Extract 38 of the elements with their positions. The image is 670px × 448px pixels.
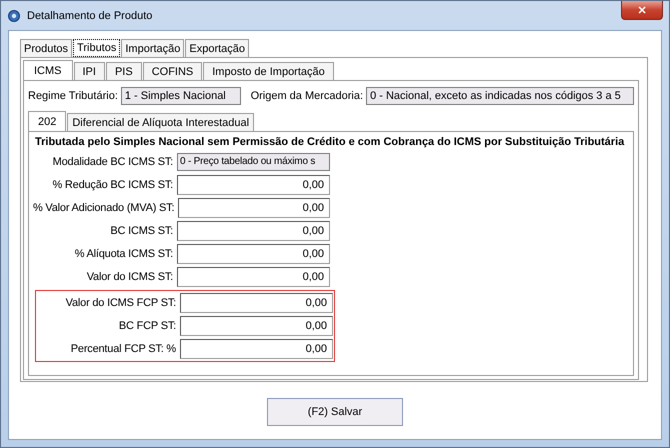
tab[interactable]: PIS bbox=[106, 62, 142, 80]
save-button[interactable]: (F2) Salvar bbox=[267, 398, 403, 426]
tab[interactable]: Imposto de Importação bbox=[203, 62, 334, 80]
input-field[interactable]: 0,00 bbox=[177, 175, 330, 195]
field-label: BC FCP ST: bbox=[118, 320, 176, 332]
input-field[interactable]: 0,00 bbox=[180, 316, 333, 336]
field-label: BC ICMS ST: bbox=[110, 225, 173, 237]
tab[interactable]: Diferencial de Alíquota Interestadual bbox=[67, 113, 254, 131]
close-button[interactable]: ✕ bbox=[621, 1, 663, 20]
tab[interactable]: IPI bbox=[74, 62, 105, 80]
input-field[interactable]: 0,00 bbox=[177, 221, 330, 241]
input-field[interactable]: 0,00 bbox=[177, 267, 330, 287]
select-field[interactable]: 0 - Nacional, exceto as indicadas nos códigos 3 a 5 bbox=[366, 87, 634, 105]
input-field[interactable]: 0,00 bbox=[177, 244, 330, 264]
field-label: % Valor Adicionado (MVA) ST: bbox=[33, 202, 174, 214]
tab[interactable]: Produtos bbox=[20, 39, 72, 57]
tab[interactable]: 202 bbox=[28, 111, 66, 131]
input-field[interactable]: 0,00 bbox=[178, 198, 330, 218]
field-label: Percentual FCP ST: % bbox=[70, 343, 176, 355]
tab[interactable]: Tributos bbox=[73, 39, 120, 57]
tab[interactable]: ICMS bbox=[23, 60, 72, 80]
field-label: Modalidade BC ICMS ST: bbox=[52, 156, 173, 168]
tab[interactable]: Importação bbox=[121, 39, 184, 57]
app-icon bbox=[7, 8, 21, 22]
section-heading: Tributada pelo Simples Nacional sem Permissão de Crédito e com Cobrança do ICMS por Substituição Tributária bbox=[35, 136, 626, 148]
window-title: Detalhamento de Produto bbox=[27, 10, 152, 22]
select-field[interactable]: 0 - Preço tabelado ou máximo s bbox=[177, 153, 330, 171]
input-field[interactable]: 0,00 bbox=[180, 293, 333, 313]
field-label: % Redução BC ICMS ST: bbox=[52, 179, 173, 191]
select-field[interactable]: 1 - Simples Nacional bbox=[120, 87, 241, 105]
field-label: Valor do ICMS ST: bbox=[86, 271, 173, 283]
field-label: Regime Tributário: bbox=[28, 90, 118, 102]
field-label: Origem da Mercadoria: bbox=[250, 90, 364, 102]
field-label: % Alíquota ICMS ST: bbox=[74, 248, 173, 260]
tab[interactable]: Exportação bbox=[185, 39, 250, 57]
tab[interactable]: COFINS bbox=[142, 62, 202, 80]
field-label: Valor do ICMS FCP ST: bbox=[66, 297, 176, 309]
input-field[interactable]: 0,00 bbox=[180, 339, 333, 359]
